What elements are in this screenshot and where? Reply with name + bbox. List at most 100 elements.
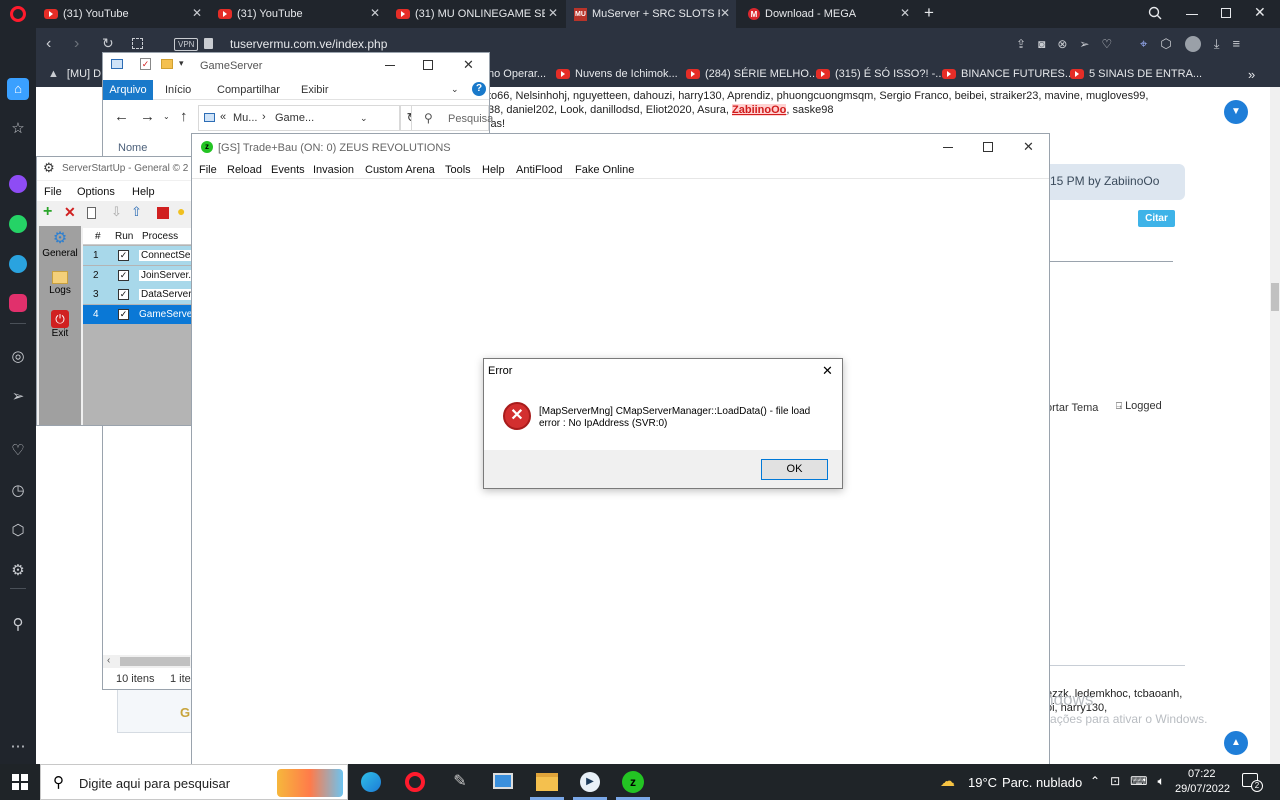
- close-tab-icon[interactable]: ✕: [370, 6, 380, 20]
- page-scrollbar[interactable]: [1270, 87, 1280, 764]
- ribbon-tab-arquivo[interactable]: Arquivo: [103, 80, 153, 100]
- network-icon[interactable]: ⊡: [1110, 774, 1120, 789]
- cursor-icon[interactable]: ⌖: [1140, 36, 1147, 52]
- gs-menu-tools[interactable]: Tools: [445, 164, 471, 176]
- camera-icon[interactable]: ◙: [1038, 37, 1045, 51]
- quote-button[interactable]: Citar: [1138, 210, 1175, 227]
- volume-icon[interactable]: 🔈︎: [1157, 774, 1164, 789]
- up-icon[interactable]: ↑: [180, 108, 188, 125]
- qat-dropdown-icon[interactable]: ▾: [179, 58, 184, 69]
- chevron-up-icon[interactable]: ⌃: [1090, 774, 1100, 789]
- vpn-badge[interactable]: VPN: [174, 38, 199, 51]
- side-logs[interactable]: Logs: [39, 268, 81, 308]
- block-icon[interactable]: ⊗: [1057, 37, 1067, 51]
- weather-icon[interactable]: ☁: [940, 772, 955, 790]
- minimize-icon[interactable]: [385, 65, 395, 66]
- minimize-icon[interactable]: [943, 147, 953, 148]
- add-icon[interactable]: +: [43, 203, 52, 221]
- reload-icon[interactable]: ↻: [102, 35, 114, 52]
- search-field[interactable]: ⚲ Pesquisa: [411, 105, 493, 131]
- opera-taskbar-icon[interactable]: [405, 772, 425, 792]
- table-row-selected[interactable]: 4 ✓ GameServer: [83, 305, 196, 324]
- close-tab-icon[interactable]: ✕: [548, 6, 558, 20]
- page-scrollbar-thumb[interactable]: [1271, 283, 1279, 311]
- close-tab-icon[interactable]: ✕: [720, 6, 730, 20]
- close-tab-icon[interactable]: ✕: [192, 6, 202, 20]
- close-icon[interactable]: ✕: [1023, 139, 1034, 155]
- cube-icon[interactable]: ⬡: [1160, 36, 1171, 52]
- url-field[interactable]: tuservermu.com.ve/index.php: [230, 37, 387, 51]
- gs-menu-invasion[interactable]: Invasion: [313, 164, 354, 176]
- run-checkbox[interactable]: ✓: [118, 270, 129, 281]
- ribbon-tab-exibir[interactable]: Exibir: [301, 84, 329, 96]
- gs-menu-help[interactable]: Help: [482, 164, 505, 176]
- menu-icon[interactable]: ≡: [1232, 36, 1240, 52]
- opera-logo-icon[interactable]: [10, 6, 26, 22]
- edge-icon[interactable]: [361, 772, 381, 792]
- scroll-down-button[interactable]: ▼: [1224, 100, 1248, 124]
- tab-mega[interactable]: M Download - MEGA ✕: [740, 0, 916, 28]
- gs-menu-reload[interactable]: Reload: [227, 164, 262, 176]
- new-tab-button[interactable]: +: [920, 4, 938, 24]
- back-icon[interactable]: ‹: [46, 35, 51, 53]
- expand-ribbon-icon[interactable]: ⌄: [451, 84, 459, 95]
- history-icon[interactable]: ◷: [8, 480, 28, 500]
- gs-menu-antiflood[interactable]: AntiFlood: [516, 164, 562, 176]
- zeus-taskbar-icon[interactable]: z: [622, 771, 644, 793]
- delete-icon[interactable]: ✕: [64, 204, 76, 221]
- player-icon[interactable]: ◎: [8, 346, 28, 366]
- extensions-icon[interactable]: ⬡: [8, 520, 28, 540]
- bookmark-mu[interactable]: ▲ [MU] D: [48, 61, 101, 87]
- close-icon[interactable]: ✕: [463, 57, 474, 73]
- profile-icon[interactable]: [1184, 36, 1201, 52]
- report-link[interactable]: ortar Tema: [1046, 402, 1098, 414]
- new-file-icon[interactable]: [87, 207, 96, 219]
- home-icon[interactable]: ⌂: [7, 78, 29, 100]
- address-dropdown-icon[interactable]: ⌄: [360, 113, 368, 124]
- table-row[interactable]: 3 ✓ DataServer.: [83, 285, 196, 304]
- highlighted-user[interactable]: ZabiinoOo: [732, 104, 787, 116]
- side-exit[interactable]: ⏻ Exit: [39, 310, 81, 350]
- keyboard-icon[interactable]: ⌨: [1130, 774, 1147, 789]
- scroll-left-icon[interactable]: ‹: [107, 655, 110, 666]
- properties-icon[interactable]: ✓: [140, 58, 151, 70]
- lightbulb-icon[interactable]: ●: [177, 203, 185, 219]
- windows-start-icon[interactable]: [12, 774, 28, 790]
- path-overflow[interactable]: «: [220, 111, 226, 123]
- settings-icon[interactable]: ⚙: [8, 560, 28, 580]
- messenger-icon[interactable]: [9, 175, 27, 193]
- run-checkbox[interactable]: ✓: [118, 309, 129, 320]
- telegram-icon[interactable]: [9, 255, 27, 273]
- menu-help[interactable]: Help: [132, 186, 155, 198]
- ok-button[interactable]: OK: [761, 459, 828, 480]
- file-explorer-icon[interactable]: [536, 773, 558, 791]
- ribbon-tab-inicio[interactable]: Início: [165, 84, 191, 96]
- new-folder-icon[interactable]: [161, 59, 173, 69]
- address-field[interactable]: « Mu... › Game... ⌄: [198, 105, 400, 131]
- close-icon[interactable]: ✕: [822, 363, 833, 379]
- restore-icon[interactable]: [1221, 8, 1231, 18]
- share-icon[interactable]: ⇪: [1016, 37, 1026, 51]
- move-up-icon[interactable]: ⇧: [131, 204, 142, 220]
- gs-menu-custom-arena[interactable]: Custom Arena: [365, 164, 435, 176]
- path-segment-game[interactable]: Game...: [275, 112, 314, 124]
- path-segment-mu[interactable]: Mu...: [233, 112, 257, 124]
- send-icon[interactable]: ➢: [1079, 37, 1089, 51]
- scroll-up-button[interactable]: ▲: [1224, 731, 1248, 755]
- star-icon[interactable]: ☆: [8, 118, 28, 138]
- maximize-icon[interactable]: [423, 60, 433, 70]
- taskbar-search-box[interactable]: ⚲ Digite aqui para pesquisar: [40, 764, 348, 800]
- bookmark-serie[interactable]: (284) SÉRIE MELHO...: [686, 61, 818, 87]
- gs-menu-fake-online[interactable]: Fake Online: [575, 164, 634, 176]
- download-icon[interactable]: ⤓: [1214, 36, 1220, 52]
- search-tabs-icon[interactable]: [1148, 6, 1162, 20]
- close-tab-icon[interactable]: ✕: [900, 6, 910, 20]
- bookmark-sinais[interactable]: 5 SINAIS DE ENTRA...: [1070, 61, 1202, 87]
- bookmark-nuvens[interactable]: Nuvens de Ichimok...: [556, 61, 678, 87]
- table-row[interactable]: 2 ✓ JoinServer.e: [83, 266, 199, 285]
- gs-menu-events[interactable]: Events: [271, 164, 305, 176]
- bookmark-so-isso[interactable]: (315) É SÓ ISSO?! -...: [816, 61, 944, 87]
- run-checkbox[interactable]: ✓: [118, 289, 129, 300]
- maximize-icon[interactable]: [983, 142, 993, 152]
- whatsapp-icon[interactable]: [9, 215, 27, 233]
